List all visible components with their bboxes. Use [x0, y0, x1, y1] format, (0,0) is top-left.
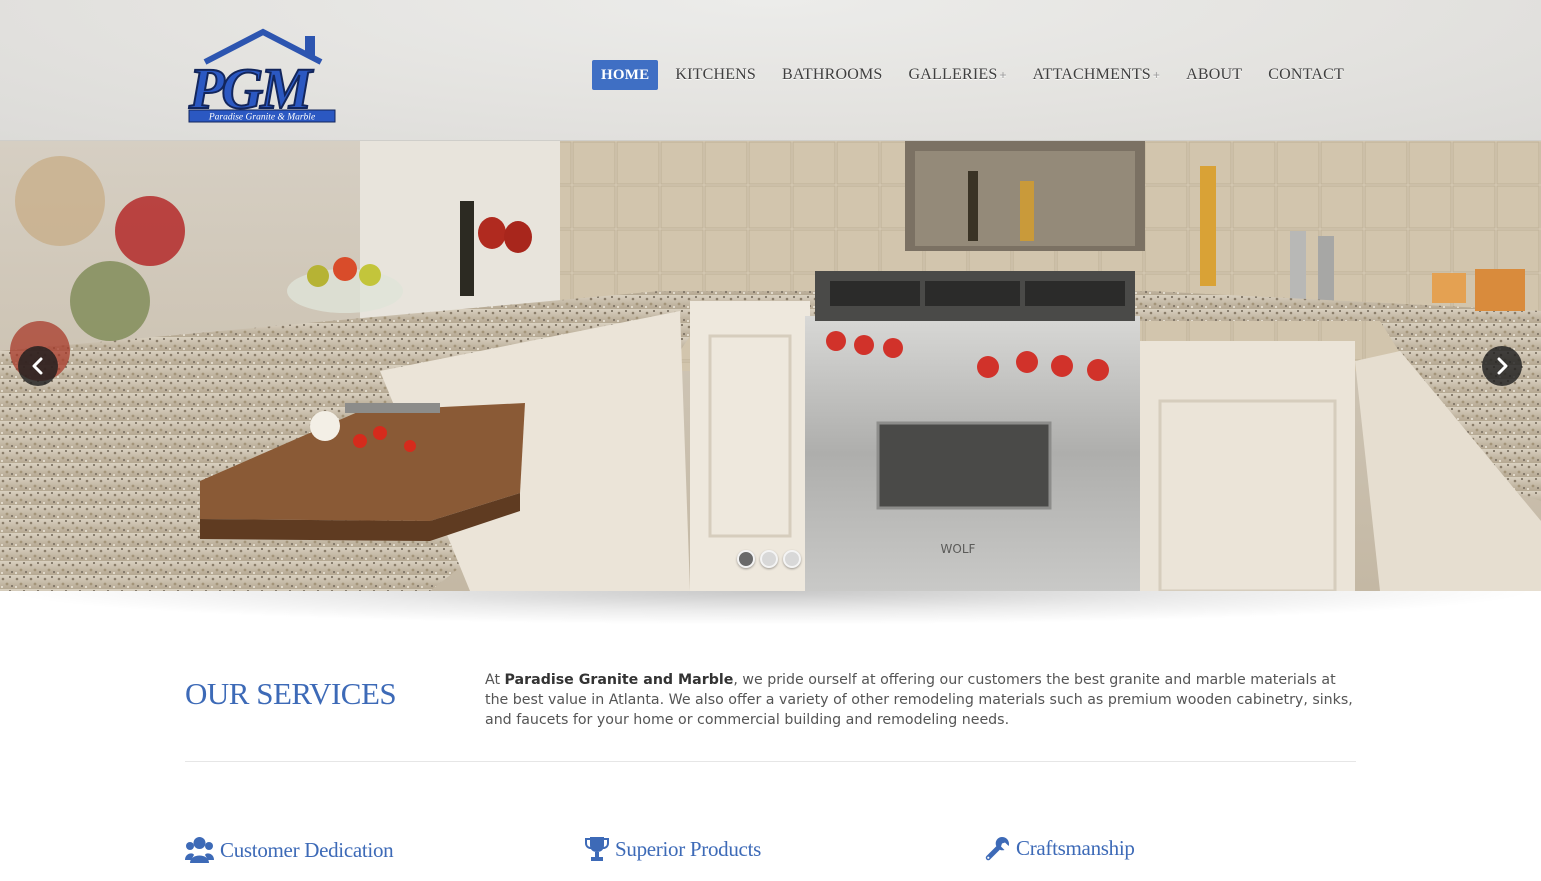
trophy-icon [585, 837, 609, 861]
site-header: PGM Paradise Granite & Marble HOME KITCHE… [0, 0, 1541, 141]
hero-slider: WOLF [0, 141, 1541, 591]
chevron-right-icon [1497, 357, 1508, 375]
feature-craftsmanship: Craftsmanship [985, 836, 1135, 861]
wrench-icon [985, 837, 1009, 861]
services-intro: At Paradise Granite and Marble, we pride… [485, 670, 1355, 730]
nav-item-attachments[interactable]: ATTACHMENTS + [1024, 60, 1169, 90]
nav-item-contact[interactable]: CONTACT [1259, 60, 1353, 90]
nav-item-label: KITCHENS [675, 66, 757, 83]
slider-dot-1[interactable] [737, 550, 755, 568]
nav-item-kitchens[interactable]: KITCHENS [666, 60, 765, 90]
company-name: Paradise Granite and Marble [504, 672, 734, 688]
range-brand-label: WOLF [941, 542, 976, 556]
users-icon [185, 837, 214, 863]
intro-prefix: At [485, 672, 505, 688]
nav-item-label: ATTACHMENTS [1032, 66, 1151, 83]
nav-item-label: ABOUT [1186, 66, 1243, 83]
nav-item-label: GALLERIES [908, 66, 998, 83]
site-logo[interactable]: PGM Paradise Granite & Marble [187, 26, 337, 124]
services-title: OUR SERVICES [185, 676, 397, 711]
main-nav: HOME KITCHENS BATHROOMS GALLERIES + ATTACHMEN… [592, 60, 1361, 90]
nav-item-label: CONTACT [1268, 66, 1344, 83]
nav-item-label: BATHROOMS [782, 66, 883, 83]
slider-dot-2[interactable] [760, 550, 778, 568]
submenu-plus-icon: + [1152, 68, 1161, 82]
slider-pagination [737, 550, 806, 568]
chevron-left-icon [32, 357, 43, 375]
submenu-plus-icon: + [999, 68, 1007, 82]
nav-item-home[interactable]: HOME [592, 60, 659, 90]
logo-tagline: Paradise Granite & Marble [208, 113, 315, 123]
feature-label: Customer Dedication [220, 837, 394, 862]
nav-item-label: HOME [601, 67, 650, 83]
nav-item-about[interactable]: ABOUT [1177, 60, 1251, 90]
nav-item-bathrooms[interactable]: BATHROOMS [773, 60, 892, 90]
slider-next-button[interactable] [1482, 346, 1522, 386]
feature-label: Superior Products [615, 836, 761, 861]
slide-image: WOLF [0, 141, 1541, 591]
feature-label: Craftsmanship [1016, 836, 1135, 860]
logo-graphic: PGM Paradise Granite & Marble [187, 28, 336, 123]
hero-shadow [0, 591, 1541, 625]
slider-prev-button[interactable] [18, 346, 58, 386]
feature-customer-dedication: Customer Dedication [185, 836, 394, 864]
section-divider [185, 761, 1356, 762]
feature-superior-products: Superior Products [585, 836, 761, 862]
slider-dot-3[interactable] [783, 550, 801, 568]
nav-item-galleries[interactable]: GALLERIES + [900, 60, 1016, 90]
